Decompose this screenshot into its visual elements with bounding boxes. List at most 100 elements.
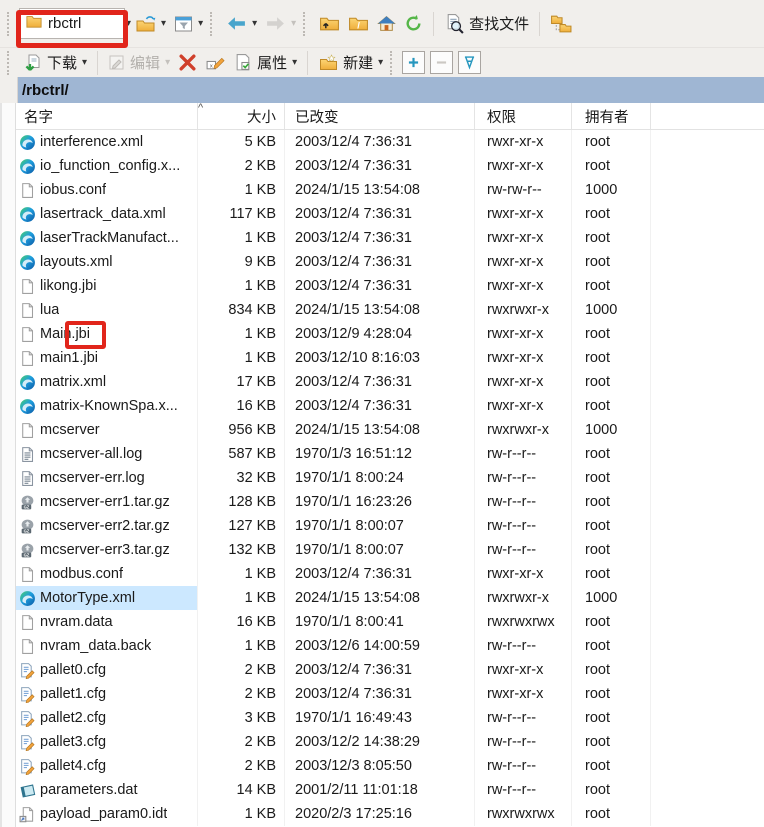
file-name-cell[interactable]: matrix.xml [16, 370, 198, 394]
address-combo[interactable]: rbctrl [19, 8, 125, 39]
new-dropdown[interactable]: ▾ [378, 57, 383, 68]
table-row[interactable]: mcserver-all.log587 KB1970/1/3 16:51:12r… [16, 442, 764, 466]
file-name-cell[interactable]: nvram.data [16, 610, 198, 634]
file-name-cell[interactable]: mcserver [16, 418, 198, 442]
file-name-cell[interactable]: parameters.dat [16, 778, 198, 802]
download-dropdown[interactable]: ▾ [82, 57, 87, 68]
file-name-cell[interactable]: pallet3.cfg [16, 730, 198, 754]
table-row[interactable]: nvram_data.back1 KB2003/12/6 14:00:59rw-… [16, 634, 764, 658]
table-row[interactable]: GZmcserver-err3.tar.gz132 KB1970/1/1 8:0… [16, 538, 764, 562]
table-row[interactable]: pallet0.cfg2 KB2003/12/4 7:36:31rwxr-xr-… [16, 658, 764, 682]
toolbar-grip[interactable] [7, 12, 14, 36]
file-name-cell[interactable]: pallet0.cfg [16, 658, 198, 682]
parent-directory-button[interactable] [315, 12, 344, 35]
file-name-cell[interactable]: GZmcserver-err1.tar.gz [16, 490, 198, 514]
file-name-cell[interactable]: pallet4.cfg [16, 754, 198, 778]
properties-button[interactable]: 属性 ▾ [230, 49, 301, 76]
table-row[interactable]: MotorType.xml1 KB2024/1/15 13:54:08rwxrw… [16, 586, 764, 610]
table-row[interactable]: matrix-KnownSpa.x...16 KB2003/12/4 7:36:… [16, 394, 764, 418]
table-row[interactable]: lasertrack_data.xml117 KB2003/12/4 7:36:… [16, 202, 764, 226]
toolbar-grip[interactable] [7, 51, 14, 75]
file-name-cell[interactable]: likong.jbi [16, 274, 198, 298]
table-row[interactable]: GZmcserver-err2.tar.gz127 KB1970/1/1 8:0… [16, 514, 764, 538]
table-row[interactable]: Main.jbi1 KB2003/12/9 4:28:04rwxr-xr-xro… [16, 322, 764, 346]
rename-button[interactable]: x [201, 50, 230, 75]
file-name-cell[interactable]: payload_param0.idt [16, 802, 198, 826]
column-header-size[interactable]: 大小 [198, 103, 285, 129]
delete-button[interactable] [174, 50, 201, 75]
table-row[interactable]: main1.jbi1 KB2003/12/10 8:16:03rwxr-xr-x… [16, 346, 764, 370]
file-name: modbus.conf [40, 566, 123, 582]
toolbar-grip[interactable] [390, 51, 397, 75]
properties-dropdown[interactable]: ▾ [292, 57, 297, 68]
table-row[interactable]: pallet3.cfg2 KB2003/12/2 14:38:29rw-r--r… [16, 730, 764, 754]
file-name-cell[interactable]: mcserver-err.log [16, 466, 198, 490]
column-header-changed[interactable]: 已改变 [285, 103, 475, 129]
file-name-cell[interactable]: MotorType.xml [16, 586, 198, 610]
file-name-cell[interactable]: GZmcserver-err3.tar.gz [16, 538, 198, 562]
table-row[interactable]: layouts.xml9 KB2003/12/4 7:36:31rwxr-xr-… [16, 250, 764, 274]
new-button[interactable]: 新建 ▾ [314, 49, 387, 76]
table-row[interactable]: mcserver956 KB2024/1/15 13:54:08rwxrwxr-… [16, 418, 764, 442]
file-name-cell[interactable]: nvram_data.back [16, 634, 198, 658]
root-directory-button[interactable]: / [344, 12, 373, 35]
back-button[interactable]: ▾ [222, 13, 261, 34]
forward-button[interactable]: ▾ [261, 13, 300, 34]
file-name-cell[interactable]: laserTrackManufact... [16, 226, 198, 250]
file-name-cell[interactable]: matrix-KnownSpa.x... [16, 394, 198, 418]
file-name-cell[interactable]: modbus.conf [16, 562, 198, 586]
file-size: 2 KB [198, 154, 285, 178]
table-row[interactable]: pallet2.cfg3 KB1970/1/1 16:49:43rw-r--r-… [16, 706, 764, 730]
table-row[interactable]: parameters.dat14 KB2001/2/11 11:01:18rw-… [16, 778, 764, 802]
table-row[interactable]: nvram.data16 KB1970/1/1 8:00:41rwxrwxrwx… [16, 610, 764, 634]
path-bar[interactable]: /rbctrl/ [18, 77, 764, 103]
file-name-cell[interactable]: iobus.conf [16, 178, 198, 202]
file-name-cell[interactable]: pallet1.cfg [16, 682, 198, 706]
row-empty-space [651, 346, 764, 370]
table-row[interactable]: interference.xml5 KB2003/12/4 7:36:31rwx… [16, 130, 764, 154]
column-header-name[interactable]: 名字 [16, 103, 198, 129]
refresh-button[interactable] [400, 11, 427, 36]
table-row[interactable]: pallet4.cfg2 KB2003/12/3 8:05:50rw-r--r-… [16, 754, 764, 778]
filter-button[interactable]: ▾ [170, 12, 207, 36]
file-name-cell[interactable]: Main.jbi [16, 322, 198, 346]
synchronize-browsing-button[interactable] [546, 11, 576, 36]
file-name-cell[interactable]: lua [16, 298, 198, 322]
find-files-button[interactable]: 查找文件 [440, 10, 533, 37]
file-size: 1 KB [198, 322, 285, 346]
table-row[interactable]: modbus.conf1 KB2003/12/4 7:36:31rwxr-xr-… [16, 562, 764, 586]
home-directory-button[interactable] [373, 12, 400, 35]
table-row[interactable]: lua834 KB2024/1/15 13:54:08rwxrwxr-x1000 [16, 298, 764, 322]
table-row[interactable]: iobus.conf1 KB2024/1/15 13:54:08rw-rw-r-… [16, 178, 764, 202]
column-header-owner[interactable]: 拥有者 [572, 103, 651, 129]
file-changed: 2024/1/15 13:54:08 [285, 586, 475, 610]
filter-dropdown[interactable]: ▾ [198, 18, 203, 29]
file-name-cell[interactable]: GZmcserver-err2.tar.gz [16, 514, 198, 538]
table-row[interactable]: payload_param0.idt1 KB2020/2/3 17:25:16r… [16, 802, 764, 826]
file-permissions: rwxr-xr-x [475, 226, 572, 250]
download-button[interactable]: 下载 ▾ [19, 49, 91, 76]
column-header-permissions[interactable]: 权限 [475, 103, 572, 129]
file-name-cell[interactable]: layouts.xml [16, 250, 198, 274]
file-name-cell[interactable]: main1.jbi [16, 346, 198, 370]
file-name-cell[interactable]: io_function_config.x... [16, 154, 198, 178]
add-button[interactable] [402, 51, 425, 74]
table-row[interactable]: matrix.xml17 KB2003/12/4 7:36:31rwxr-xr-… [16, 370, 764, 394]
table-row[interactable]: likong.jbi1 KB2003/12/4 7:36:31rwxr-xr-x… [16, 274, 764, 298]
back-dropdown[interactable]: ▾ [252, 18, 257, 29]
file-name-cell[interactable]: pallet2.cfg [16, 706, 198, 730]
table-row[interactable]: io_function_config.x...2 KB2003/12/4 7:3… [16, 154, 764, 178]
file-name-cell[interactable]: mcserver-all.log [16, 442, 198, 466]
file-name-cell[interactable]: lasertrack_data.xml [16, 202, 198, 226]
invert-selection-button[interactable] [458, 51, 481, 74]
toolbar-grip[interactable] [210, 12, 217, 36]
panel-splitter[interactable] [0, 103, 16, 827]
open-directory-dropdown[interactable]: ▾ [161, 18, 166, 29]
table-row[interactable]: mcserver-err.log32 KB1970/1/1 8:00:24rw-… [16, 466, 764, 490]
table-row[interactable]: laserTrackManufact...1 KB2003/12/4 7:36:… [16, 226, 764, 250]
table-row[interactable]: pallet1.cfg2 KB2003/12/4 7:36:31rwxr-xr-… [16, 682, 764, 706]
file-name-cell[interactable]: interference.xml [16, 130, 198, 154]
toolbar-grip[interactable] [303, 12, 310, 36]
table-row[interactable]: GZmcserver-err1.tar.gz128 KB1970/1/1 16:… [16, 490, 764, 514]
open-directory-button[interactable]: ▾ [131, 12, 170, 36]
